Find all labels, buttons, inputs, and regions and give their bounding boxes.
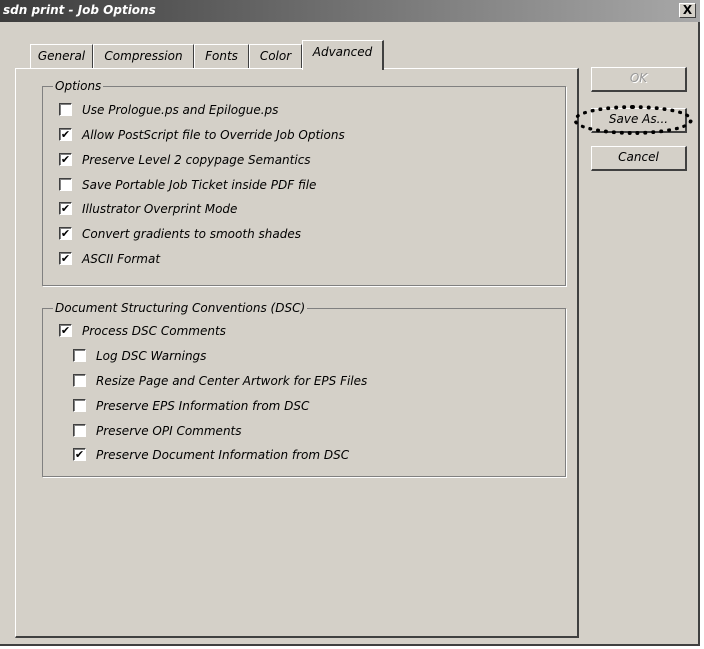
option-label: Convert gradients to smooth shades: [82, 227, 301, 241]
tab-fonts-label: Fonts: [205, 49, 238, 63]
dsc-group: Document Structuring Conventions (DSC) ✔…: [42, 300, 566, 477]
checkbox[interactable]: [73, 374, 86, 387]
checkbox[interactable]: ✔: [59, 128, 72, 141]
checkbox[interactable]: ✔: [59, 227, 72, 240]
option-label: ASCII Format: [82, 252, 161, 266]
tab-color[interactable]: Color: [249, 44, 302, 68]
checkbox[interactable]: ✔: [73, 448, 86, 461]
checkbox[interactable]: [73, 349, 86, 362]
save-as-highlight-circle: [573, 105, 693, 135]
tab-color-label: Color: [259, 49, 292, 63]
ok-button[interactable]: OK: [591, 67, 687, 92]
close-button[interactable]: X: [679, 3, 696, 18]
option-label: Preserve EPS Information from DSC: [96, 399, 310, 413]
option-label: Allow PostScript file to Override Job Op…: [82, 128, 345, 142]
cancel-button[interactable]: Cancel: [591, 146, 687, 171]
option-label: Preserve Level 2 copypage Semantics: [82, 153, 311, 167]
tab-compression[interactable]: Compression: [93, 44, 194, 68]
options-group-label: Options: [53, 78, 104, 94]
tab-advanced-label: Advanced: [312, 45, 373, 59]
ok-button-label: OK: [629, 71, 648, 85]
dsc-group-label: Document Structuring Conventions (DSC): [53, 300, 308, 316]
tab-general[interactable]: General: [30, 44, 93, 68]
checkbox[interactable]: [59, 178, 72, 191]
close-icon: X: [682, 3, 693, 17]
checkbox[interactable]: ✔: [59, 153, 72, 166]
tab-compression-label: Compression: [104, 49, 183, 63]
option-label: Process DSC Comments: [82, 324, 226, 338]
checkbox[interactable]: [73, 424, 86, 437]
checkbox[interactable]: [73, 399, 86, 412]
option-label: Save Portable Job Ticket inside PDF file: [82, 178, 317, 192]
tab-advanced[interactable]: Advanced: [302, 40, 384, 70]
checkbox[interactable]: ✔: [59, 202, 72, 215]
option-label: Preserve Document Information from DSC: [96, 448, 350, 462]
option-label: Preserve OPI Comments: [96, 424, 242, 438]
title-bar[interactable]: sdn print - Job Options X: [0, 0, 700, 22]
options-group: Options Use Prologue.ps and Epilogue.ps …: [42, 78, 566, 286]
job-options-dialog: sdn print - Job Options X General Compre…: [0, 0, 700, 646]
checkbox[interactable]: ✔: [59, 252, 72, 265]
option-label: Log DSC Warnings: [96, 349, 207, 363]
cancel-button-label: Cancel: [618, 150, 659, 164]
option-label: Use Prologue.ps and Epilogue.ps: [82, 103, 279, 117]
tab-general-label: General: [37, 49, 86, 63]
checkbox[interactable]: [59, 103, 72, 116]
window-title: sdn print - Job Options: [3, 3, 156, 17]
checkbox[interactable]: ✔: [59, 324, 72, 337]
option-label: Resize Page and Center Artwork for EPS F…: [96, 374, 368, 388]
option-label: Illustrator Overprint Mode: [82, 202, 238, 216]
tab-fonts[interactable]: Fonts: [194, 44, 249, 68]
advanced-tab-panel: Options Use Prologue.ps and Epilogue.ps …: [15, 68, 579, 638]
